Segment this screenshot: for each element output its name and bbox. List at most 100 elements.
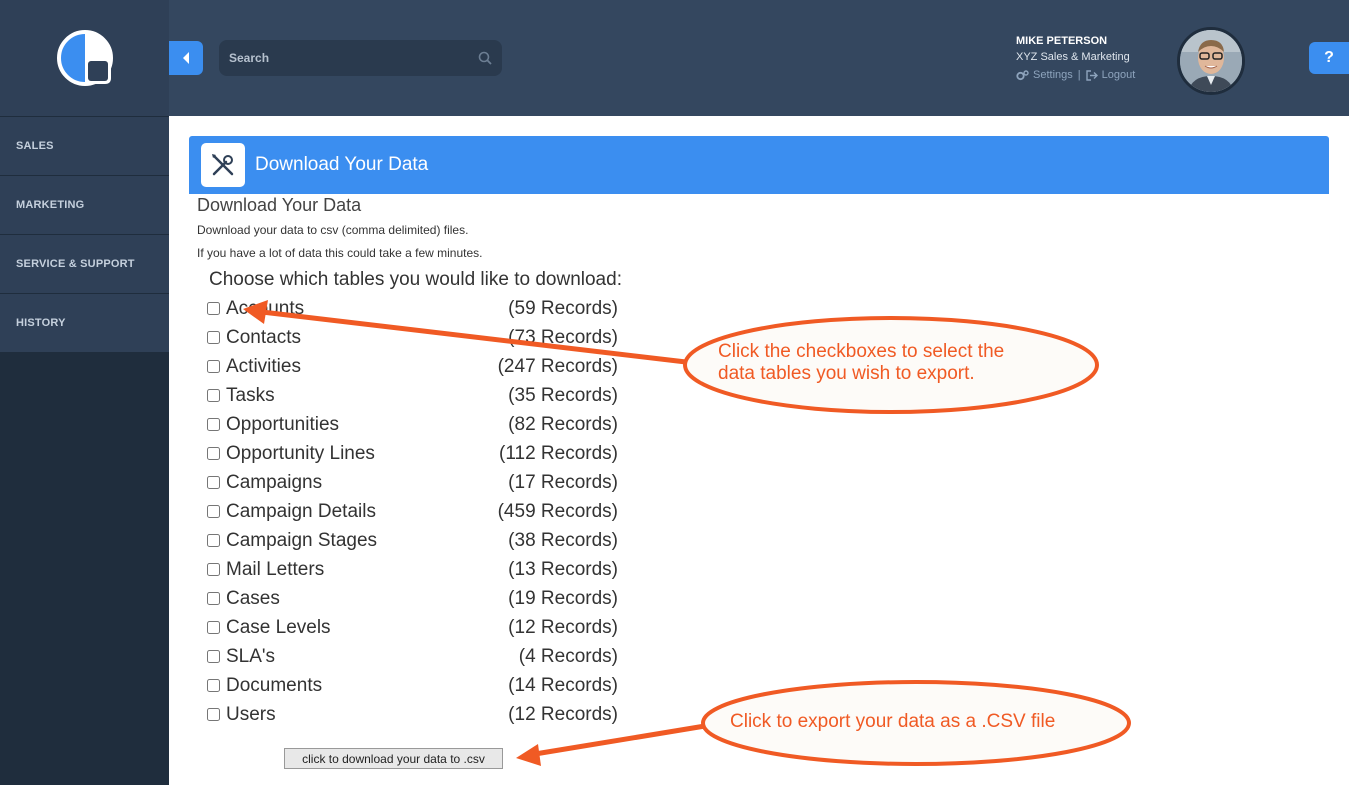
checkbox-contacts[interactable] — [207, 331, 220, 344]
logo-area — [0, 0, 169, 116]
logout-link[interactable]: Logout — [1085, 69, 1136, 81]
tools-icon — [212, 154, 234, 176]
table-row-documents: Documents (14 Records) — [205, 671, 625, 700]
table-name: Contacts — [226, 326, 301, 348]
checkbox-campaign-details[interactable] — [207, 505, 220, 518]
record-count: (459 Records) — [497, 500, 618, 522]
record-count: (17 Records) — [508, 471, 618, 493]
sidebar-item-sales[interactable]: SALES — [0, 116, 169, 175]
page-title: Download Your Data — [197, 195, 362, 215]
sidebar-nav: SALES MARKETING SERVICE & SUPPORT HISTOR… — [0, 116, 169, 352]
page-note: If you have a lot of data this could tak… — [197, 246, 483, 260]
table-row-tasks: Tasks (35 Records) — [205, 381, 625, 410]
app-logo-icon[interactable] — [55, 28, 115, 88]
settings-link[interactable]: Settings — [1016, 69, 1073, 81]
table-row-accounts: Accounts (59 Records) — [205, 294, 625, 323]
table-row-contacts: Contacts (73 Records) — [205, 323, 625, 352]
table-name: Cases — [226, 587, 280, 609]
callout-arrow-export — [534, 723, 706, 757]
callout-line: Click the checkboxes to select the — [718, 341, 1005, 362]
record-count: (112 Records) — [499, 442, 618, 464]
checkbox-campaign-stages[interactable] — [207, 534, 220, 547]
sidebar: SALES MARKETING SERVICE & SUPPORT HISTOR… — [0, 0, 169, 785]
annotation-overlay — [243, 300, 1131, 766]
checkbox-slas[interactable] — [207, 650, 220, 663]
user-name: MIKE PETERSON — [1016, 35, 1108, 47]
record-count: (82 Records) — [508, 413, 618, 435]
search-input[interactable] — [229, 51, 478, 65]
callout-text-checkboxes: Click the checkboxes to select the data … — [718, 341, 1078, 385]
checkbox-mail-letters[interactable] — [207, 563, 220, 576]
record-count: (38 Records) — [508, 529, 618, 551]
table-name: Case Levels — [226, 616, 331, 638]
table-name: Accounts — [226, 297, 305, 319]
callout-text-export: Click to export your data as a .CSV file — [730, 711, 1056, 732]
table-name: Users — [226, 703, 276, 725]
gears-icon — [1016, 69, 1029, 80]
sidebar-item-marketing[interactable]: MARKETING — [0, 175, 169, 234]
panel-header: Download Your Data — [189, 136, 1329, 194]
search-box — [219, 40, 502, 76]
download-csv-button[interactable]: click to download your data to .csv — [284, 748, 503, 769]
checkbox-case-levels[interactable] — [207, 621, 220, 634]
table-row-cases: Cases (19 Records) — [205, 584, 625, 613]
checkbox-opportunity-lines[interactable] — [207, 447, 220, 460]
record-count: (73 Records) — [508, 326, 618, 348]
record-count: (12 Records) — [508, 616, 618, 638]
tables-list: Accounts (59 Records) Contacts (73 Records… — [205, 294, 625, 729]
checkbox-activities[interactable] — [207, 360, 220, 373]
record-count: (247 Records) — [497, 355, 618, 377]
table-row-mail-letters: Mail Letters (13 Records) — [205, 555, 625, 584]
table-name: Mail Letters — [226, 558, 325, 580]
record-count: (14 Records) — [508, 674, 618, 696]
user-photo-icon — [1180, 30, 1242, 92]
table-row-campaigns: Campaigns (17 Records) — [205, 468, 625, 497]
checkbox-campaigns[interactable] — [207, 476, 220, 489]
user-company: XYZ Sales & Marketing — [1016, 51, 1130, 63]
callout-line: data tables you wish to export. — [718, 363, 975, 384]
checkbox-accounts[interactable] — [207, 302, 220, 315]
checkbox-cases[interactable] — [207, 592, 220, 605]
checkbox-documents[interactable] — [207, 679, 220, 692]
table-name: Activities — [226, 355, 301, 377]
record-count: (4 Records) — [518, 645, 618, 667]
table-name: Tasks — [226, 384, 275, 406]
table-row-campaign-details: Campaign Details (459 Records) — [205, 497, 625, 526]
table-row-users: Users (12 Records) — [205, 700, 625, 729]
record-count: (59 Records) — [508, 297, 618, 319]
choose-tables-label: Choose which tables you would like to do… — [209, 269, 622, 290]
table-row-slas: SLA's (4 Records) — [205, 642, 625, 671]
table-name: Campaign Details — [226, 500, 376, 522]
sidebar-item-service-support[interactable]: SERVICE & SUPPORT — [0, 234, 169, 293]
record-count: (35 Records) — [508, 384, 618, 406]
sidebar-collapse-button[interactable] — [169, 41, 203, 75]
checkbox-tasks[interactable] — [207, 389, 220, 402]
table-name: Campaign Stages — [226, 529, 378, 551]
sidebar-item-history[interactable]: HISTORY — [0, 293, 169, 352]
page-description: Download your data to csv (comma delimit… — [197, 223, 469, 237]
settings-label: Settings — [1033, 69, 1073, 81]
record-count: (13 Records) — [508, 558, 618, 580]
user-links: Settings | Logout — [1016, 69, 1135, 81]
avatar[interactable] — [1177, 27, 1245, 95]
table-row-opportunity-lines: Opportunity Lines (112 Records) — [205, 439, 625, 468]
logout-label: Logout — [1101, 69, 1136, 81]
caret-left-icon — [183, 52, 189, 64]
search-icon[interactable] — [478, 51, 492, 65]
table-row-case-levels: Case Levels (12 Records) — [205, 613, 625, 642]
link-separator: | — [1077, 69, 1081, 81]
table-name: Opportunities — [226, 413, 340, 435]
panel-icon-box — [201, 143, 245, 187]
table-row-opportunities: Opportunities (82 Records) — [205, 410, 625, 439]
panel-title: Download Your Data — [255, 154, 429, 175]
arrowhead-export — [516, 744, 541, 766]
table-name: Documents — [226, 674, 323, 696]
table-name: SLA's — [226, 645, 276, 667]
table-row-activities: Activities (247 Records) — [205, 352, 625, 381]
table-row-campaign-stages: Campaign Stages (38 Records) — [205, 526, 625, 555]
record-count: (12 Records) — [508, 703, 618, 725]
help-button[interactable]: ? — [1309, 42, 1349, 74]
record-count: (19 Records) — [508, 587, 618, 609]
checkbox-opportunities[interactable] — [207, 418, 220, 431]
checkbox-users[interactable] — [207, 708, 220, 721]
